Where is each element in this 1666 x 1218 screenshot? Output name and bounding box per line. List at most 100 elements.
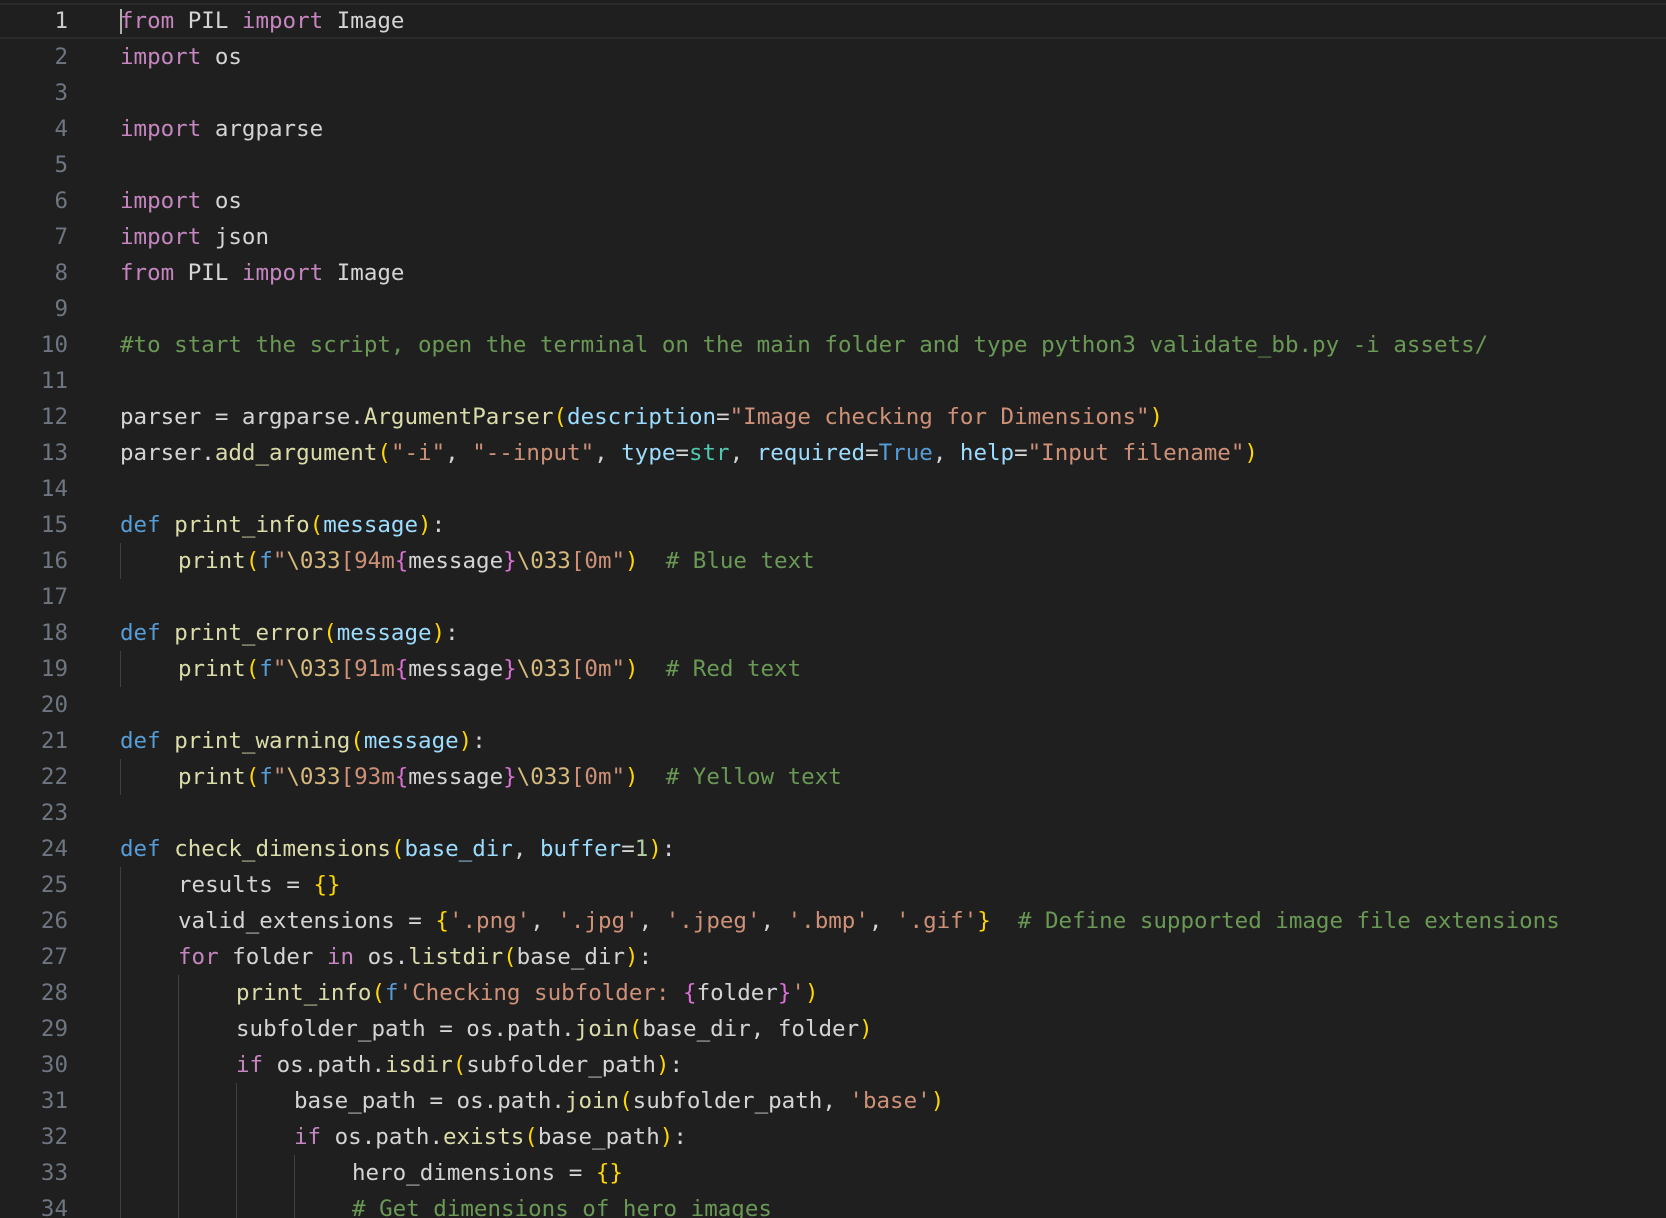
line-number: 21 [40,728,68,754]
code-token: , [868,908,896,934]
code-token: ( [371,980,386,1006]
code-token: subfolder_path = os.path. [236,1016,575,1042]
line-number: 23 [40,800,68,826]
code-line[interactable]: 16 print(f"\033[94m{message}\033[0m") # B… [0,543,1666,579]
code-token: : [431,512,446,538]
code-token: os. [354,944,409,970]
code-token: print_warning [174,728,351,754]
code-line[interactable]: 30 if os.path.isdir(subfolder_path): [0,1047,1666,1083]
code-token: exists [443,1124,525,1150]
code-line[interactable]: 8 from PIL import Image [0,255,1666,291]
line-number: 6 [54,188,68,214]
code-token: { [394,764,409,790]
code-token: description [567,404,717,430]
code-token: print [178,764,246,790]
code-token: \033 [286,656,341,682]
indent-guide [120,651,121,687]
code-token: } [503,656,517,682]
code-token: print [178,548,246,574]
code-line[interactable]: 25 results = {} [0,867,1666,903]
line-number: 33 [40,1160,68,1186]
code-token: ( [323,620,337,646]
code-line[interactable]: 11 [0,363,1666,399]
code-line[interactable]: 3 [0,75,1666,111]
code-line[interactable]: 32 if os.path.exists(base_path): [0,1119,1666,1155]
code-line[interactable]: 21 def print_warning(message): [0,723,1666,759]
code-token: base_path = os.path. [294,1088,565,1114]
code-token: Image [323,260,405,286]
code-token: "Image checking for Dimensions" [729,404,1150,430]
code-token: required [756,440,866,466]
code-text: def print_error(message): [120,615,459,651]
indent-guide [120,975,121,1011]
code-token: [91m [340,656,395,682]
code-token: from [120,260,175,286]
code-token: str [688,440,730,466]
line-number: 18 [40,620,68,646]
code-line[interactable]: 24 def check_dimensions(base_dir, buffer=… [0,831,1666,867]
code-token: = [621,836,635,862]
code-line[interactable]: 17 [0,579,1666,615]
code-token: : [669,1052,684,1078]
code-text: #to start the script, open the terminal … [120,327,1488,363]
code-token: results = [178,872,314,898]
code-token: , [932,440,960,466]
code-token: in [327,944,355,970]
code-line[interactable]: 28 print_info(f'Checking subfolder: {fold… [0,975,1666,1011]
code-token: ) [804,980,819,1006]
code-line[interactable]: 26 valid_extensions = {'.png', '.jpg', '.… [0,903,1666,939]
code-token: ( [245,764,260,790]
code-line[interactable]: 31 base_path = os.path.join(subfolder_pat… [0,1083,1666,1119]
code-line[interactable]: 15 def print_info(message): [0,507,1666,543]
code-token: 'base' [849,1088,931,1114]
code-text: base_path = os.path.join(subfolder_path,… [294,1083,944,1119]
code-line[interactable]: 22 print(f"\033[93m{message}\033[0m") # Y… [0,759,1666,795]
code-token: \033 [286,548,341,574]
code-text: results = {} [178,867,341,903]
code-token: print [178,656,246,682]
code-token: " [272,656,287,682]
indent-guide [120,939,121,975]
code-line[interactable]: 4 import argparse [0,111,1666,147]
line-number: 13 [40,440,68,466]
code-line[interactable]: 29 subfolder_path = os.path.join(base_dir… [0,1011,1666,1047]
code-line[interactable]: 14 [0,471,1666,507]
code-token: base_dir [516,944,626,970]
code-token: ( [503,944,517,970]
code-token: , [512,836,540,862]
code-token: PIL [174,8,242,34]
code-token: ) [625,656,639,682]
code-line[interactable]: 13 parser.add_argument("-i", "--input", t… [0,435,1666,471]
code-line[interactable]: 10 #to start the script, open the termina… [0,327,1666,363]
code-token: f [259,764,273,790]
code-line[interactable]: 1 from PIL import Image [0,3,1666,39]
code-line[interactable]: 7 import json [0,219,1666,255]
code-line[interactable]: 5 [0,147,1666,183]
code-text: hero_dimensions = {} [352,1155,623,1191]
code-line[interactable]: 34 # Get dimensions of hero images [0,1191,1666,1218]
code-line[interactable]: 18 def print_error(message): [0,615,1666,651]
code-line[interactable]: 20 [0,687,1666,723]
code-line[interactable]: 23 [0,795,1666,831]
code-token: } [777,980,792,1006]
code-line[interactable]: 19 print(f"\033[91m{message}\033[0m") # R… [0,651,1666,687]
indent-guide [120,759,121,795]
code-line[interactable]: 12 parser = argparse.ArgumentParser(descr… [0,399,1666,435]
indent-guide [294,1191,295,1218]
code-editor[interactable]: 1 from PIL import Image 2 import os 3 4 import… [0,0,1666,1218]
code-token: #to start the script, open the terminal … [120,332,1489,358]
code-token: ( [628,1016,643,1042]
code-line[interactable]: 33 hero_dimensions = {} [0,1155,1666,1191]
code-token: ) [431,620,446,646]
code-text: print(f"\033[94m{message}\033[0m") # Blu… [178,543,815,579]
code-line[interactable]: 2 import os [0,39,1666,75]
line-number: 20 [40,692,68,718]
code-token: '.jpeg' [665,908,761,934]
code-line[interactable]: 27 for folder in os.listdir(base_dir): [0,939,1666,975]
code-line[interactable]: 6 import os [0,183,1666,219]
code-line[interactable]: 9 [0,291,1666,327]
code-token: ( [452,1052,467,1078]
code-text: subfolder_path = os.path.join(base_dir, … [236,1011,873,1047]
code-token: import [120,224,202,250]
code-token: base_path [537,1124,660,1150]
